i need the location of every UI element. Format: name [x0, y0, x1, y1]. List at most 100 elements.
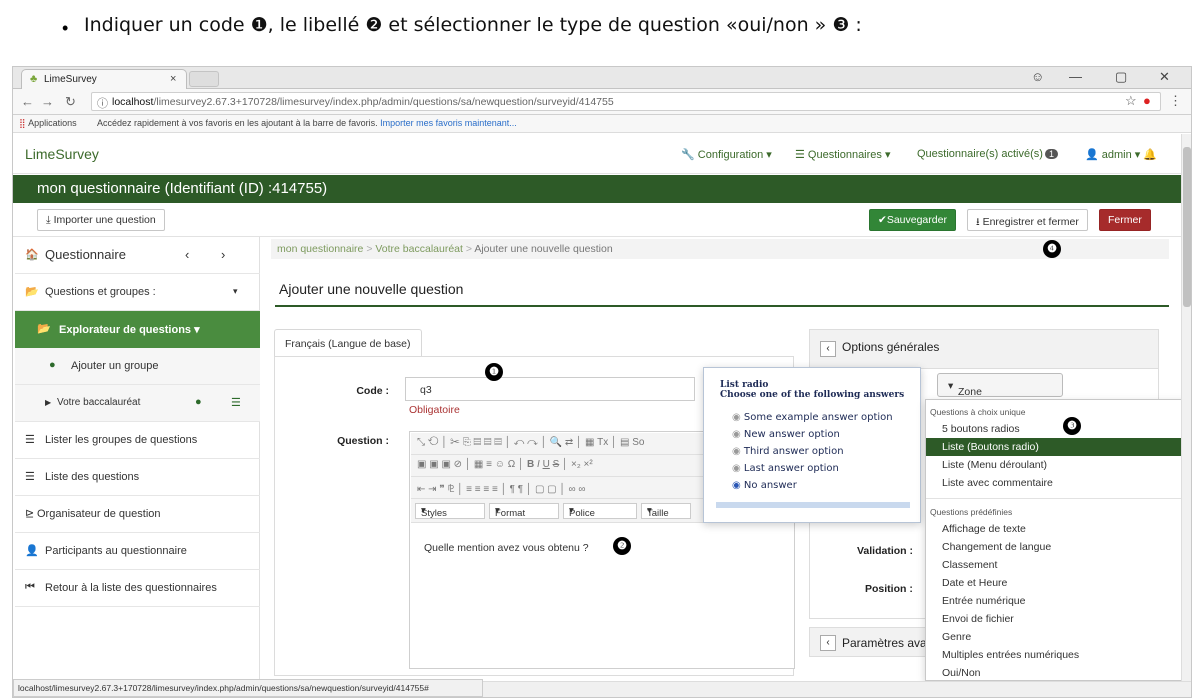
user-icon: 👤	[25, 545, 39, 557]
close-tab-icon[interactable]: ×	[170, 73, 176, 85]
sidebar-item-list-questions[interactable]: ☰ Liste des questions	[15, 459, 260, 496]
collapse-left-icon[interactable]: ‹	[185, 247, 189, 262]
menu-item[interactable]: Date et Heure	[926, 574, 1191, 592]
top-navbar: LimeSurvey 🔧 Configuration ▾ ☰ Questionn…	[13, 134, 1183, 174]
menu-item[interactable]: Affichage de texte	[926, 520, 1191, 538]
question-type-dropdown[interactable]: Zone de texte long ▾	[937, 373, 1063, 434]
menu-item[interactable]: Liste avec commentaire	[926, 474, 1191, 492]
menu-item[interactable]: 5 boutons radios	[926, 420, 1191, 438]
styles-select[interactable]: Styles ▾	[415, 503, 485, 519]
font-select[interactable]: Police ▾	[563, 503, 637, 519]
maximize-icon[interactable]: ▢	[1115, 69, 1127, 85]
menu-item[interactable]: Envoi de fichier	[926, 610, 1191, 628]
reload-icon[interactable]: ↻	[65, 94, 76, 110]
editor-tools-1[interactable]: ⤡ ⟲ │ ✂ ⎘ ▤ ▤ ▤ │ ↶ ↷ │ 🔍 ⇄ │ ▦ Tx │ ▤ S…	[417, 437, 644, 448]
preview-option-selected: ◉ No answer	[732, 480, 797, 491]
close-window-icon[interactable]: ✕	[1159, 69, 1170, 85]
question-type-preview: List radio Choose one of the following a…	[703, 367, 921, 523]
forward-icon[interactable]: →	[41, 94, 54, 109]
list-icon: ☰	[25, 471, 35, 483]
folder-icon: 📂	[25, 286, 39, 298]
breadcrumb-survey[interactable]: mon questionnaire	[277, 243, 363, 255]
browser-tab[interactable]: ♣ LimeSurvey ×	[21, 69, 187, 89]
code-label: Code :	[356, 385, 389, 397]
menu-divider	[926, 498, 1191, 499]
sidebar-item-group[interactable]: ▶ Votre baccalauréat ● ☰	[15, 385, 260, 422]
format-select[interactable]: Format ▾	[489, 503, 559, 519]
caret-right-icon: ▶	[45, 398, 52, 407]
preview-bar	[716, 502, 910, 508]
preview-option: ◉ New answer option	[732, 429, 840, 440]
menu-icon[interactable]: ⋮	[1169, 93, 1182, 109]
position-label: Position :	[865, 583, 913, 595]
minimize-icon[interactable]: —	[1069, 69, 1082, 84]
sidebar-item-question-explorer[interactable]: 📂 Explorateur de questions ▾	[15, 311, 260, 348]
questionnaires-menu[interactable]: ☰ Questionnaires ▾	[795, 148, 891, 161]
sidebar-item-participants[interactable]: 👤 Participants au questionnaire	[15, 533, 260, 570]
import-bookmarks-link[interactable]: Importer mes favoris maintenant...	[380, 118, 517, 128]
sidebar-item-organizer[interactable]: ⊵ Organisateur de question	[15, 496, 260, 533]
advanced-settings-header[interactable]: ‹ Paramètres ava	[809, 627, 929, 657]
collapse-right-icon[interactable]: ›	[221, 247, 225, 262]
chevron-left-icon[interactable]: ‹	[820, 341, 836, 357]
tab-language[interactable]: Français (Langue de base)	[274, 329, 422, 357]
menu-item[interactable]: Multiples entrées numériques	[926, 646, 1191, 664]
info-icon[interactable]: ⓘ	[97, 95, 108, 111]
menu-item[interactable]: Changement de langue	[926, 538, 1191, 556]
import-question-button[interactable]: ⤓ Importer une question	[37, 209, 165, 231]
preview-option: ◉ Third answer option	[732, 446, 844, 457]
chevron-down-icon: ▾	[233, 286, 238, 296]
close-button[interactable]: Fermer	[1099, 209, 1151, 231]
list-icon[interactable]: ☰	[231, 396, 241, 409]
menu-item-selected[interactable]: Liste (Boutons radio)	[926, 438, 1191, 456]
new-tab-button[interactable]	[189, 71, 219, 87]
action-toolbar: ⤓ Importer une question ✔Sauvegarder ⭳ E…	[13, 203, 1183, 237]
horizontal-scrollbar[interactable]	[483, 681, 1191, 697]
breadcrumb: mon questionnaire > Votre baccalauréat >…	[271, 239, 1169, 259]
back-icon[interactable]: ←	[21, 94, 34, 109]
sidebar-item-list-groups[interactable]: ☰ Lister les groupes de questions	[15, 422, 260, 459]
active-surveys-link[interactable]: Questionnaire(s) activé(s) 1	[917, 148, 1058, 160]
scrollbar-thumb[interactable]	[1183, 147, 1191, 307]
breadcrumb-group[interactable]: Votre baccalauréat	[375, 243, 463, 255]
address-bar[interactable]: ⓘ localhost/limesurvey2.67.3+170728/lime…	[91, 92, 1161, 111]
marker-4: ❹	[1043, 240, 1061, 258]
add-question-icon[interactable]: ●	[195, 396, 202, 408]
editor-tools-2[interactable]: ▣ ▣ ▣ ⊘ │ ▦ ≡ ☺ Ω │ B I U S │ ×₂ ×²	[417, 459, 593, 470]
admin-menu[interactable]: 👤 admin ▾	[1085, 148, 1140, 161]
title-divider	[275, 305, 1169, 307]
marker-3: ❸	[1063, 417, 1081, 435]
bookmarks-bar: ⣿ Applications Accédez rapidement à vos …	[13, 115, 1191, 133]
code-input[interactable]: q3	[405, 377, 695, 401]
bullet: •	[62, 18, 69, 38]
brand-logo[interactable]: LimeSurvey	[25, 146, 99, 162]
sidebar-item-add-group[interactable]: ● Ajouter un groupe	[15, 348, 260, 385]
size-select[interactable]: Taille ▾	[641, 503, 691, 519]
notifications-bell-icon[interactable]: 🔔	[1143, 148, 1157, 161]
configuration-menu[interactable]: 🔧 Configuration ▾	[681, 148, 772, 161]
apps-shortcut[interactable]: ⣿ Applications	[19, 118, 77, 129]
sidebar-questionnaire-header[interactable]: 🏠 Questionnaire ‹ ›	[15, 237, 260, 274]
chevron-left-icon[interactable]: ‹	[820, 635, 836, 651]
marker-1: ❶	[485, 363, 503, 381]
menu-item[interactable]: Classement	[926, 556, 1191, 574]
extension-icon[interactable]: ●	[1143, 93, 1151, 108]
save-close-button[interactable]: ⭳ Enregistrer et fermer	[967, 209, 1088, 231]
menu-item[interactable]: Genre	[926, 628, 1191, 646]
bookmark-star-icon[interactable]: ☆	[1125, 93, 1137, 109]
marker-2: ❷	[613, 537, 631, 555]
page-title: Ajouter une nouvelle question	[279, 281, 464, 297]
required-hint: Obligatoire	[409, 404, 460, 416]
sidebar-item-back-to-list[interactable]: ⏮ Retour à la liste des questionnaires	[15, 570, 260, 607]
menu-item[interactable]: Oui/Non	[926, 664, 1191, 680]
menu-item[interactable]: Liste (Menu déroulant)	[926, 456, 1191, 474]
step-back-icon: ⏮	[25, 581, 35, 593]
menu-item[interactable]: Entrée numérique	[926, 592, 1191, 610]
save-button[interactable]: ✔Sauvegarder	[869, 209, 956, 231]
sidebar-item-questions-groups[interactable]: 📂 Questions et groupes : ▾	[15, 274, 260, 311]
tab-title: LimeSurvey	[44, 74, 97, 85]
profile-icon[interactable]: ☺	[1031, 69, 1044, 84]
general-options-header[interactable]: ‹ Options générales	[809, 329, 1159, 369]
editor-tools-3[interactable]: ⇤ ⇥ ❞ ⅊ │ ≡ ≡ ≡ ≡ │ ¶ ¶ │ ▢ ▢ │ ∞ ∞	[417, 481, 585, 495]
question-text[interactable]: Quelle mention avez vous obtenu ?	[424, 542, 589, 554]
